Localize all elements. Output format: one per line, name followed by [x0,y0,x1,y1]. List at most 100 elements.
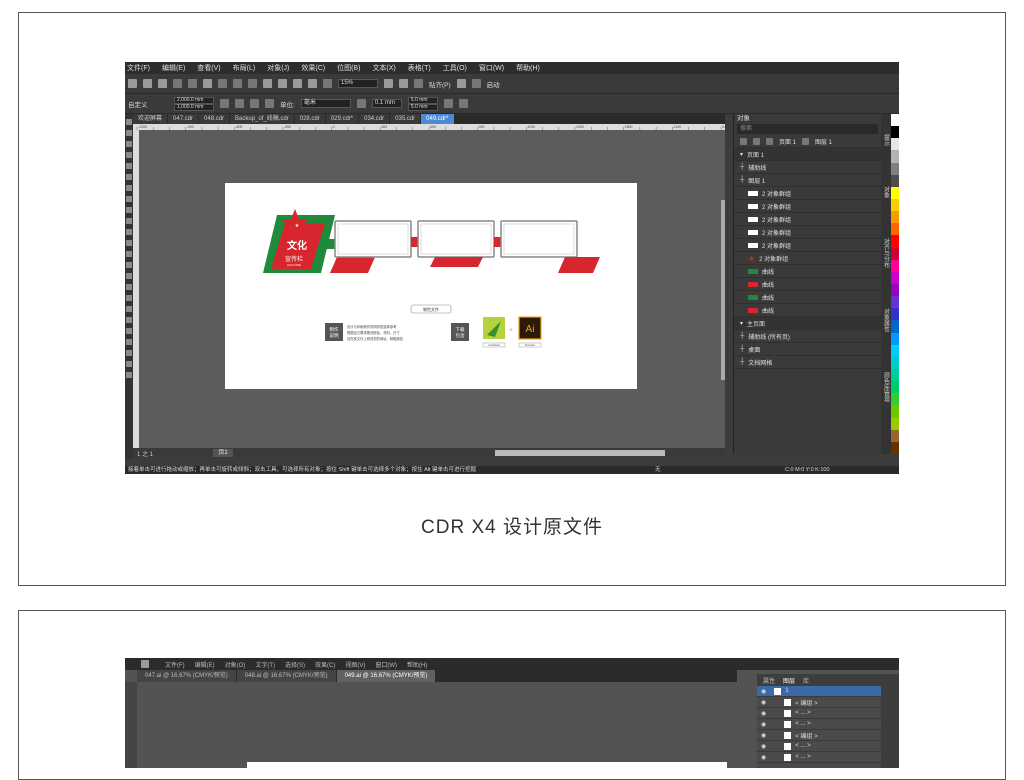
palette-swatch[interactable] [891,332,899,345]
docker-tab-align[interactable]: 对齐与分布 [882,238,891,268]
export-icon[interactable] [308,79,317,88]
tool-icon[interactable] [126,207,132,213]
grid-icon[interactable] [414,79,423,88]
ai-menu-window[interactable]: 窗口(W) [375,660,397,669]
visibility-eye-icon[interactable]: ◉ [761,721,766,728]
units-select[interactable]: 毫米 [300,99,351,108]
objects-tree-row[interactable]: 2 对象群组 [734,239,881,252]
menu-table[interactable]: 表格(T) [408,63,431,73]
ai-menu-effect[interactable]: 效果(C) [315,660,335,669]
menu-window[interactable]: 窗口(W) [479,63,504,73]
launch-icon[interactable] [471,79,481,88]
treat-as-filled-icon[interactable] [443,99,453,108]
objects-tree-row[interactable]: 曲线 [734,265,881,278]
objects-tree-row[interactable]: 2 对象群组 [734,200,881,213]
objects-tree-row[interactable]: ┼ 桌面 [734,343,881,356]
page-height-field[interactable]: 1,000.0 mm [174,103,214,111]
ai-menu-object[interactable]: 对象(O) [225,660,246,669]
palette-swatch[interactable] [891,368,899,382]
palette-swatch[interactable] [891,126,899,139]
ai-layer-row[interactable]: ◉ < ... > [757,741,881,752]
ai-tab-048[interactable]: 048.ai @ 16.67% (CMYK/预览) [236,670,336,682]
tool-icon[interactable] [126,372,132,378]
docker-tab-color-library[interactable]: 颜色库管理 [882,372,891,402]
objects-tree-row[interactable]: 曲线 [734,278,881,291]
palette-swatch[interactable] [891,198,899,212]
menu-effects[interactable]: 效果(C) [301,63,325,73]
tool-icon[interactable] [126,196,132,202]
layer-options-icon[interactable] [740,137,747,145]
import-icon[interactable] [293,79,302,88]
ai-menu-select[interactable]: 选择(S) [285,660,305,669]
palette-swatch[interactable] [891,247,899,260]
ai-menu-view[interactable]: 视图(V) [345,660,365,669]
ai-menu-file[interactable]: 文件(F) [165,660,185,669]
tool-icon[interactable] [126,163,132,169]
visibility-eye-icon[interactable]: ◉ [761,699,766,706]
docker-tab-hints[interactable]: 提示 [882,134,891,146]
document-tab[interactable]: 028.cdr [294,114,325,124]
ai-layer-row[interactable]: ◉ < ... > [757,719,881,730]
redo-icon[interactable] [278,79,287,88]
palette-swatch[interactable] [891,356,899,369]
palette-swatch[interactable] [891,114,899,127]
print-icon[interactable] [203,79,212,88]
palette-swatch[interactable] [891,381,899,394]
all-pages-icon[interactable] [250,99,259,108]
document-tab[interactable]: 035.cdr [390,114,421,124]
palette-swatch[interactable] [891,320,899,333]
document-page[interactable]: ★ 文化 宣传栏 CULTURE 钢色文件 制作 说明 设计与印刷制作说明供您选… [225,183,637,389]
current-page-icon[interactable] [265,99,274,108]
menu-text[interactable]: 文本(X) [372,63,395,73]
visibility-eye-icon[interactable]: ◉ [761,743,766,750]
menu-tools[interactable]: 工具(O) [443,63,467,73]
objects-tree-row[interactable]: ┼ 辅助线 (所有页) [734,330,881,343]
palette-swatch[interactable] [891,405,899,418]
tool-icon[interactable] [126,262,132,268]
menu-file[interactable]: 文件(F) [127,63,150,73]
palette-swatch[interactable] [891,259,899,272]
ai-tab-049[interactable]: 049.ai @ 16.67% (CMYK/预览) [336,670,436,682]
visibility-eye-icon[interactable]: ◉ [761,754,766,761]
page-tab-1[interactable]: 页1 [213,449,233,457]
horizontal-scrollbar-thumb[interactable] [495,450,665,456]
ai-menu-help[interactable]: 帮助(H) [407,660,427,669]
palette-swatch[interactable] [891,344,899,357]
ai-layer-row[interactable]: ◉ < 编组 > [757,697,881,708]
duplicate-y-field[interactable]: 5.0 mm [407,103,438,111]
objects-tree-row[interactable]: 2 对象群组 [734,213,881,226]
ai-layer-row[interactable]: ◉ 1 [757,686,881,697]
tool-icon[interactable] [126,119,132,125]
objects-tree-row[interactable]: ┼ 文档网格 [734,356,881,369]
tool-icon[interactable] [126,328,132,334]
objects-tree-row[interactable]: 2 对象群组 [734,187,881,200]
tool-icon[interactable] [126,306,132,312]
palette-swatch[interactable] [891,211,899,224]
tool-icon[interactable] [126,185,132,191]
duplicate-x-field[interactable]: 5.0 mm [407,96,438,104]
nudge-field[interactable]: 0.1 mm [371,99,402,108]
ai-menu-edit[interactable]: 编辑(E) [195,660,215,669]
layer-icon[interactable] [802,137,810,145]
ai-panel-tab-properties[interactable]: 属性 [763,676,775,685]
docker-tab-properties[interactable]: 对象属性 [882,308,891,332]
tool-icon[interactable] [126,251,132,257]
objects-tree-row[interactable]: 曲线 [734,304,881,317]
cloud-upload-icon[interactable] [188,79,197,88]
fullscreen-icon[interactable] [384,79,393,88]
ai-artboard[interactable] [247,762,727,768]
ai-layer-row[interactable]: ◉ < ... > [757,708,881,719]
visibility-eye-icon[interactable]: ◉ [761,732,766,739]
tool-icon[interactable] [126,152,132,158]
menu-bitmap[interactable]: 位图(B) [337,63,360,73]
menu-view[interactable]: 查看(V) [197,63,220,73]
tool-icon[interactable] [126,218,132,224]
launch-label[interactable]: 启动 [487,79,500,89]
options-gear-icon[interactable] [456,79,466,88]
tool-icon[interactable] [126,317,132,323]
visibility-eye-icon[interactable]: ◉ [761,710,766,717]
copy-icon[interactable] [233,79,242,88]
undo-icon[interactable] [263,79,272,88]
palette-swatch[interactable] [891,393,899,406]
save-icon[interactable] [158,79,167,88]
